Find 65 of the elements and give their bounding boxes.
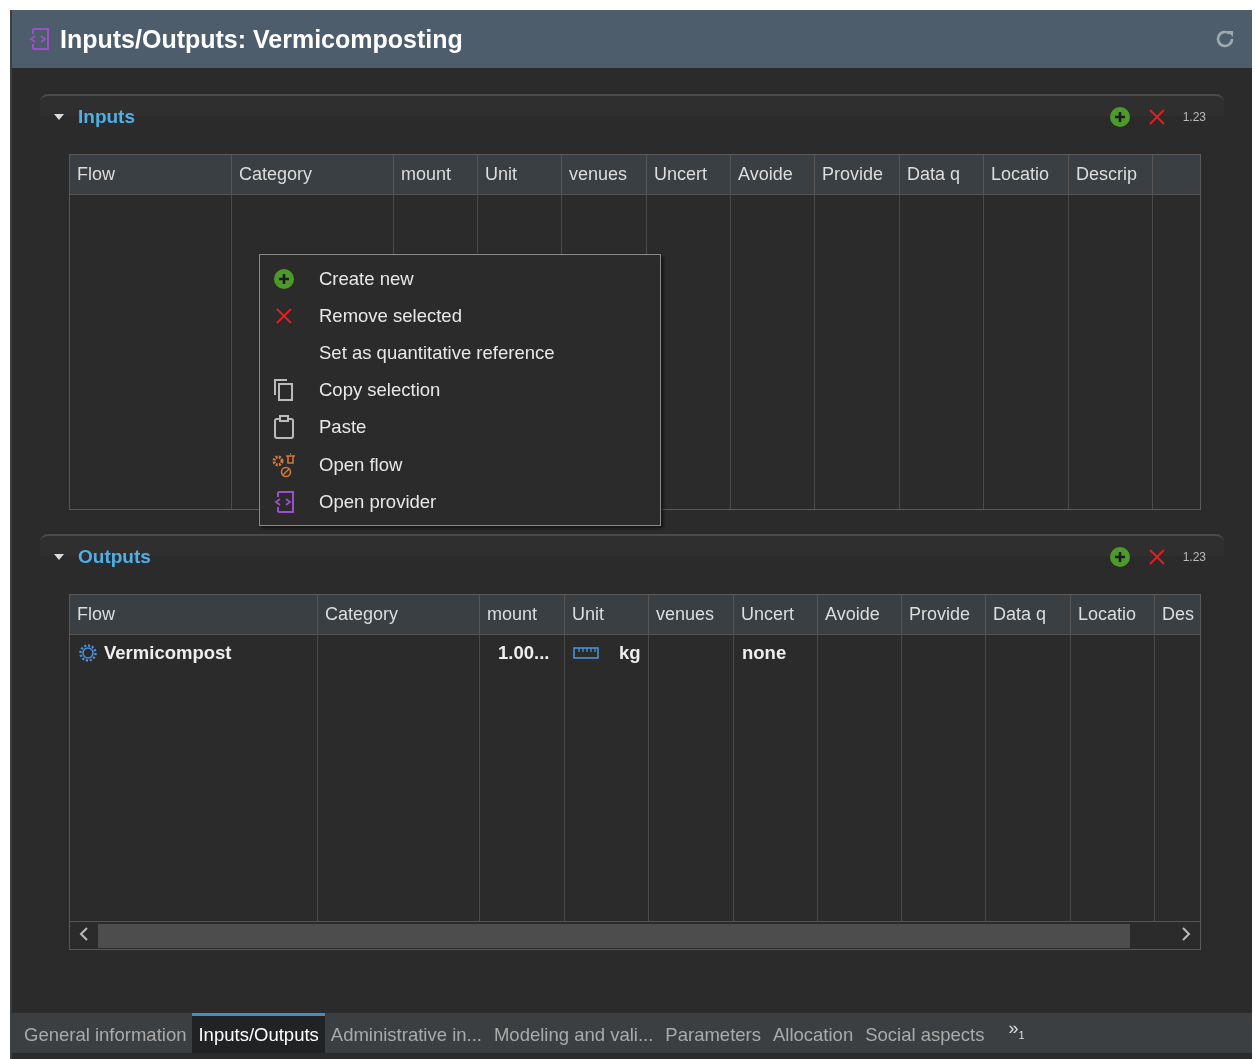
process-icon (28, 27, 50, 51)
format-button[interactable]: 1.23 (1182, 110, 1206, 124)
editor-title: Inputs/Outputs: Vermicomposting (60, 24, 463, 54)
column-header[interactable]: venues (649, 595, 734, 635)
column-header[interactable]: Uncert (647, 155, 731, 195)
refresh-icon[interactable] (1214, 28, 1236, 50)
plus-circle-icon (1108, 546, 1131, 568)
close-icon (274, 305, 294, 326)
tab[interactable]: General information (18, 1013, 193, 1053)
menu-item[interactable]: Paste (260, 408, 660, 446)
close-icon (1146, 547, 1167, 567)
tab[interactable]: Inputs/Outputs (192, 1013, 325, 1053)
process-icon (273, 489, 295, 514)
menu-item[interactable]: Open provider (260, 483, 660, 521)
tab[interactable]: Allocation (767, 1013, 860, 1053)
tab[interactable]: Administrative in... (324, 1013, 488, 1053)
menu-item[interactable]: Open flow (260, 445, 660, 484)
tab[interactable]: Social aspects (859, 1013, 991, 1053)
gear-icon (78, 642, 98, 663)
column-header[interactable]: Avoide (818, 595, 902, 635)
menu-item[interactable]: Create new (260, 260, 660, 298)
table-cell: none (742, 641, 787, 664)
column-header[interactable]: Des (1155, 595, 1200, 635)
tab[interactable]: Modeling and vali... (487, 1013, 660, 1053)
column-header[interactable]: Provide (902, 595, 986, 635)
table-cell: kg (573, 641, 641, 664)
column-header[interactable]: Category (232, 155, 394, 195)
close-icon (1146, 107, 1167, 127)
menu-item[interactable]: Set as quantitative reference (260, 334, 660, 372)
column-header[interactable]: Unit (478, 155, 562, 195)
column-header[interactable]: mount (480, 595, 565, 635)
format-button[interactable]: 1.23 (1182, 550, 1206, 564)
column-header[interactable]: Uncert (734, 595, 818, 635)
copy-icon (273, 378, 295, 403)
column-header[interactable]: Provide (815, 155, 900, 195)
column-header[interactable]: Locatio (1071, 595, 1155, 635)
column-header[interactable]: Category (318, 595, 480, 635)
column-header[interactable]: Flow (70, 155, 232, 195)
section-title[interactable]: Outputs (78, 546, 151, 568)
remove-button[interactable] (1146, 547, 1167, 567)
ruler-icon (573, 646, 599, 659)
table-cell: Vermicompost (78, 641, 232, 664)
column-header[interactable]: mount (394, 155, 478, 195)
clipboard-icon (273, 415, 295, 440)
menu-item[interactable]: Remove selected (260, 297, 660, 335)
table-cell: 1.00... (498, 641, 550, 664)
column-header[interactable]: Descrip (1069, 155, 1153, 195)
gear-leaf-icon (271, 451, 297, 478)
add-button[interactable] (1108, 106, 1131, 128)
column-header[interactable]: Flow (70, 595, 318, 635)
column-header[interactable]: Avoide (731, 155, 815, 195)
column-header[interactable]: Data q (986, 595, 1071, 635)
scrollbar-thumb[interactable] (98, 923, 1130, 948)
tab[interactable]: Parameters (659, 1013, 767, 1053)
remove-button[interactable] (1146, 107, 1167, 127)
menu-item[interactable]: Copy selection (260, 371, 660, 409)
column-header[interactable]: venues (562, 155, 647, 195)
plus-circle-icon (273, 267, 295, 290)
section-title[interactable]: Inputs (78, 106, 135, 128)
column-header[interactable]: Data q (900, 155, 984, 195)
column-header[interactable]: Locatio (984, 155, 1069, 195)
more-tabs-button[interactable]: »$_{1}$ (1008, 1016, 1025, 1053)
plus-circle-icon (1108, 106, 1131, 128)
column-header[interactable]: Unit (565, 595, 649, 635)
add-button[interactable] (1108, 546, 1131, 568)
